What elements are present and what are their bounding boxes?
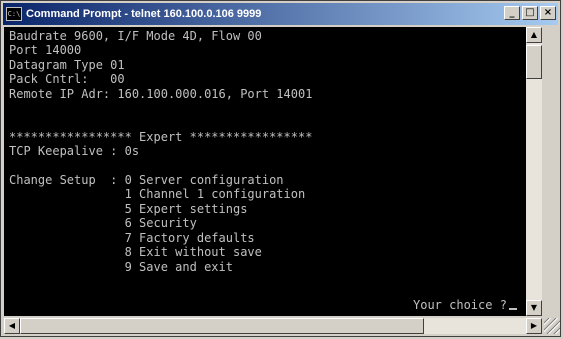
choice-prompt-text: Your choice ? xyxy=(413,298,507,312)
vertical-scrollbar[interactable]: ▲ ▼ xyxy=(526,27,542,316)
scroll-right-button[interactable]: ▶ xyxy=(526,318,542,334)
console-line: 6 Security xyxy=(9,216,197,231)
scroll-up-button[interactable]: ▲ xyxy=(526,27,542,43)
horizontal-scroll-thumb[interactable] xyxy=(20,318,424,334)
window-title: Command Prompt - telnet 160.100.0.106 99… xyxy=(26,8,262,20)
console-line: Pack Cntrl: 00 xyxy=(9,72,125,87)
console-line: ***************** Expert ***************… xyxy=(9,129,313,144)
title-bar[interactable]: C:\ Command Prompt - telnet 160.100.0.10… xyxy=(3,3,558,25)
horizontal-scrollbar[interactable]: ◀ ▶ xyxy=(4,318,542,334)
console-line: Change Setup : 0 Server configuration xyxy=(9,173,284,188)
scroll-left-button[interactable]: ◀ xyxy=(4,318,20,334)
console-line: 9 Save and exit xyxy=(9,259,233,274)
vertical-scroll-thumb[interactable] xyxy=(526,45,542,79)
console-line: 1 Channel 1 configuration xyxy=(9,187,306,202)
console-line: Datagram Type 01 xyxy=(9,57,125,72)
minimize-button[interactable]: _ xyxy=(504,6,520,20)
choice-prompt: Your choice ? xyxy=(413,298,517,312)
caption-buttons: _ □ × xyxy=(502,6,556,20)
command-prompt-icon[interactable]: C:\ xyxy=(6,7,22,21)
console-line: Remote IP Adr: 160.100.000.016, Port 140… xyxy=(9,86,313,101)
console-output[interactable]: Baudrate 9600, I/F Mode 4D, Flow 00 Port… xyxy=(4,27,526,316)
console-line: Port 14000 xyxy=(9,43,82,58)
scroll-down-button[interactable]: ▼ xyxy=(526,300,542,316)
console-line: Baudrate 9600, I/F Mode 4D, Flow 00 xyxy=(9,29,262,43)
close-button[interactable]: × xyxy=(540,6,556,20)
maximize-button[interactable]: □ xyxy=(522,6,538,20)
command-prompt-window: C:\ Command Prompt - telnet 160.100.0.10… xyxy=(0,0,561,337)
resize-grip[interactable] xyxy=(544,318,560,334)
text-cursor xyxy=(508,308,517,310)
console-text: Baudrate 9600, I/F Mode 4D, Flow 00 Port… xyxy=(4,27,526,274)
console-line: 5 Expert settings xyxy=(9,201,248,216)
console-line: TCP Keepalive : 0s xyxy=(9,144,140,159)
console-line: 7 Factory defaults xyxy=(9,230,255,245)
console-line: 8 Exit without save xyxy=(9,245,262,260)
